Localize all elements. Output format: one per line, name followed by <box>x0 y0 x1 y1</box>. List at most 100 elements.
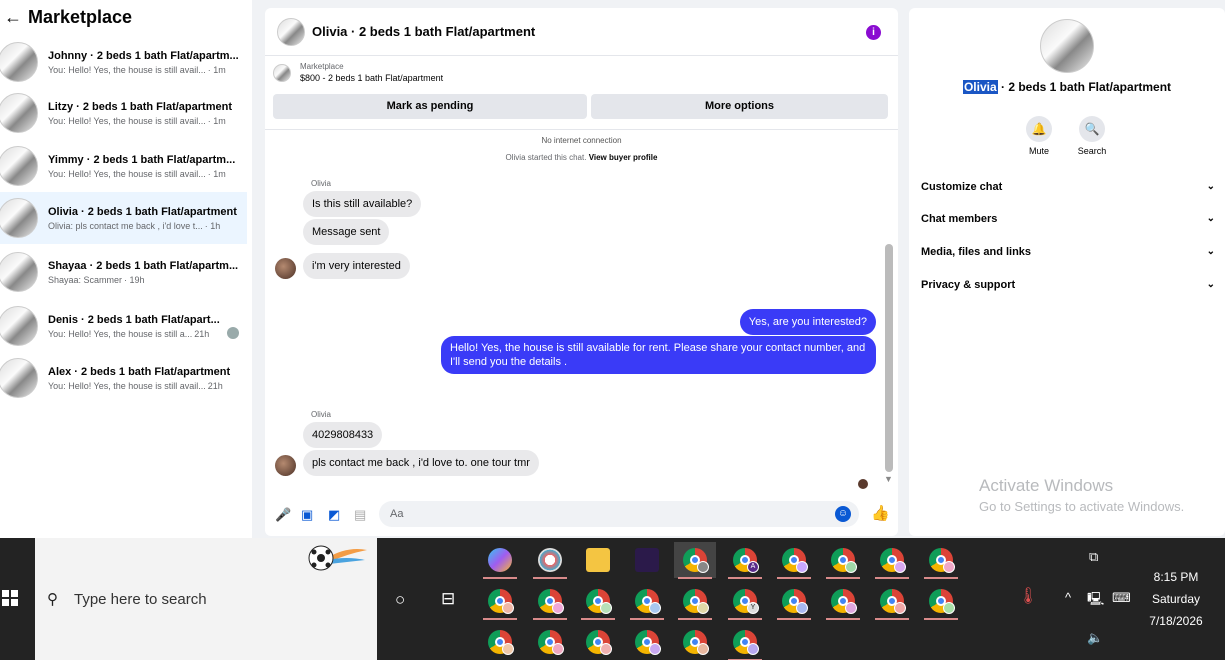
chevron-down-icon: ⌄ <box>1206 213 1215 224</box>
meet-now-icon[interactable]: ⧉ <box>1089 549 1098 565</box>
clock[interactable]: 8:15 PM Saturday 7/18/2026 <box>1144 570 1208 628</box>
conversation-sidebar: ← Marketplace Johnny · 2 beds 1 bath Fla… <box>0 0 252 538</box>
chrome-profile-icon[interactable]: A <box>724 542 766 579</box>
conversation-time: 21h <box>207 380 223 391</box>
search-button[interactable]: 🔍 Search <box>1072 116 1112 156</box>
message-input[interactable]: Aa ☺ <box>379 501 859 527</box>
emoji-icon[interactable]: ☺ <box>835 506 851 522</box>
chrome-profile-icon[interactable] <box>724 624 766 660</box>
photo-icon[interactable]: ▣ <box>301 507 313 523</box>
chrome-profile-icon[interactable] <box>479 624 521 660</box>
media-app-icon[interactable] <box>626 542 668 578</box>
conversation-preview: You: Hello! Yes, the house is still avai… <box>48 380 206 391</box>
customize-chat-section[interactable]: Customize chat ⌄ <box>921 181 1215 193</box>
taskbar-search[interactable]: ⚲ Type here to search <box>35 538 377 660</box>
info-icon[interactable]: i <box>866 25 881 40</box>
sidebar-title: Marketplace <box>28 6 133 27</box>
message-bubble-incoming[interactable]: pls contact me back , i'd love to. one t… <box>303 450 539 476</box>
privacy-support-section[interactable]: Privacy & support ⌄ <box>921 279 1215 291</box>
message-bubble-outgoing[interactable]: Yes, are you interested? <box>739 309 876 335</box>
listing-category: Marketplace <box>300 62 344 71</box>
selected-name: Olivia <box>962 80 998 94</box>
message-bubble-incoming[interactable]: Message sent <box>303 219 390 245</box>
chrome-app-icon[interactable] <box>674 542 716 579</box>
task-view-icon[interactable]: ⊟ <box>441 589 455 609</box>
chrome-profile-icon[interactable]: Y <box>724 583 766 620</box>
avatar <box>0 146 38 186</box>
file-explorer-icon[interactable] <box>577 542 619 578</box>
message-bubble-incoming[interactable]: i'm very interested <box>303 253 410 279</box>
media-files-links-section[interactable]: Media, files and links ⌄ <box>921 246 1215 258</box>
chrome-profile-icon[interactable] <box>674 624 716 660</box>
paint-app-icon[interactable] <box>529 542 571 579</box>
chat-started-notice: Olivia started this chat. View buyer pro… <box>265 153 898 162</box>
conversation-item[interactable]: Shayaa · 2 beds 1 bath Flat/apartm... Sh… <box>0 246 247 298</box>
avatar <box>0 198 38 238</box>
conversation-item[interactable]: Alex · 2 beds 1 bath Flat/apartment You:… <box>0 352 247 404</box>
chrome-profile-icon[interactable] <box>529 583 571 620</box>
avatar <box>0 306 38 346</box>
chrome-profile-icon[interactable] <box>626 624 668 660</box>
chrome-profile-icon[interactable] <box>529 624 571 660</box>
chevron-up-icon[interactable]: ^ <box>1065 590 1071 605</box>
conversation-item[interactable]: Litzy · 2 beds 1 bath Flat/apartment You… <box>0 87 247 139</box>
sender-avatar <box>275 258 296 279</box>
chrome-profile-icon[interactable] <box>773 583 815 620</box>
mute-label: Mute <box>1028 146 1049 156</box>
view-buyer-profile-link[interactable]: View buyer profile <box>589 153 658 162</box>
conversation-item[interactable]: Johnny · 2 beds 1 bath Flat/apartm... Yo… <box>0 36 247 88</box>
conversation-time: · 1m <box>207 115 226 126</box>
conversation-name: Alex · 2 beds 1 bath Flat/apartment <box>48 365 231 378</box>
microphone-icon[interactable]: 🎤 <box>275 507 291 523</box>
message-bubble-incoming[interactable]: 4029808433 <box>303 422 383 448</box>
sidebar-header: ← Marketplace <box>0 0 252 34</box>
search-label: Search <box>1077 146 1107 156</box>
conversation-item-active[interactable]: Olivia · 2 beds 1 bath Flat/apartment Ol… <box>0 192 247 244</box>
volume-icon[interactable]: 🔈 <box>1087 630 1103 646</box>
avatar[interactable] <box>277 17 305 46</box>
conversation-preview: Olivia: pls contact me back , i'd love t… <box>48 220 203 231</box>
chrome-profile-icon[interactable] <box>577 583 619 620</box>
chrome-profile-icon[interactable] <box>626 583 668 620</box>
temperature-icon[interactable]: 🌡 <box>1018 586 1038 606</box>
chrome-profile-icon[interactable] <box>920 583 962 620</box>
sender-label: Olivia <box>311 179 332 188</box>
windows-start-icon[interactable] <box>2 590 18 606</box>
conversation-time: · 1h <box>204 220 221 231</box>
chat-scrollbar[interactable] <box>885 244 893 472</box>
conversation-item[interactable]: Denis · 2 beds 1 bath Flat/apart... You:… <box>0 300 247 352</box>
avatar[interactable] <box>1040 19 1094 73</box>
watermark-title: Activate Windows <box>979 476 1114 495</box>
back-arrow-icon[interactable]: ← <box>4 7 26 28</box>
keyboard-icon[interactable]: ⌨ <box>1112 590 1131 606</box>
chrome-profile-icon[interactable] <box>871 542 913 579</box>
cortana-icon[interactable]: ○ <box>395 590 405 610</box>
taskbar-search-placeholder: Type here to search <box>74 591 207 608</box>
chat-members-section[interactable]: Chat members ⌄ <box>921 213 1215 225</box>
gif-icon[interactable]: ▤ <box>354 507 366 523</box>
chrome-profile-icon[interactable] <box>822 542 864 579</box>
message-bubble-outgoing[interactable]: Hello! Yes, the house is still available… <box>441 336 876 374</box>
chrome-profile-icon[interactable] <box>871 583 913 620</box>
thumbs-up-icon[interactable]: 👍 <box>871 504 890 522</box>
chrome-profile-icon[interactable] <box>822 583 864 620</box>
chrome-profile-icon[interactable] <box>920 542 962 579</box>
chrome-profile-icon[interactable] <box>577 624 619 660</box>
chrome-profile-icon[interactable] <box>674 583 716 620</box>
more-options-button[interactable]: More options <box>591 94 888 119</box>
message-bubble-incoming[interactable]: Is this still available? <box>303 191 422 217</box>
chrome-profile-icon[interactable] <box>479 583 521 620</box>
details-title: Olivia · 2 beds 1 bath Flat/apartment <box>909 80 1225 94</box>
listing-summary[interactable]: Marketplace $800 - 2 beds 1 bath Flat/ap… <box>273 62 443 83</box>
scroll-down-icon[interactable]: ▼ <box>884 474 893 484</box>
chat-title[interactable]: Olivia · 2 beds 1 bath Flat/apartment <box>312 24 535 39</box>
mute-button[interactable]: 🔔 Mute <box>1019 116 1059 156</box>
network-icon[interactable]: 🖳 <box>1087 590 1104 612</box>
taskbar: ⚲ Type here to search ○ ⊟ A Y ⧉ 🌡 ^ 🖳 ⌨ … <box>0 538 1225 660</box>
mark-pending-button[interactable]: Mark as pending <box>273 94 587 119</box>
sticker-icon[interactable]: ◩ <box>328 507 340 523</box>
conversation-time: 21h <box>194 328 210 339</box>
copilot-app-icon[interactable] <box>479 542 521 579</box>
conversation-item[interactable]: Yimmy · 2 beds 1 bath Flat/apartm... You… <box>0 140 247 192</box>
chrome-profile-icon[interactable] <box>773 542 815 579</box>
